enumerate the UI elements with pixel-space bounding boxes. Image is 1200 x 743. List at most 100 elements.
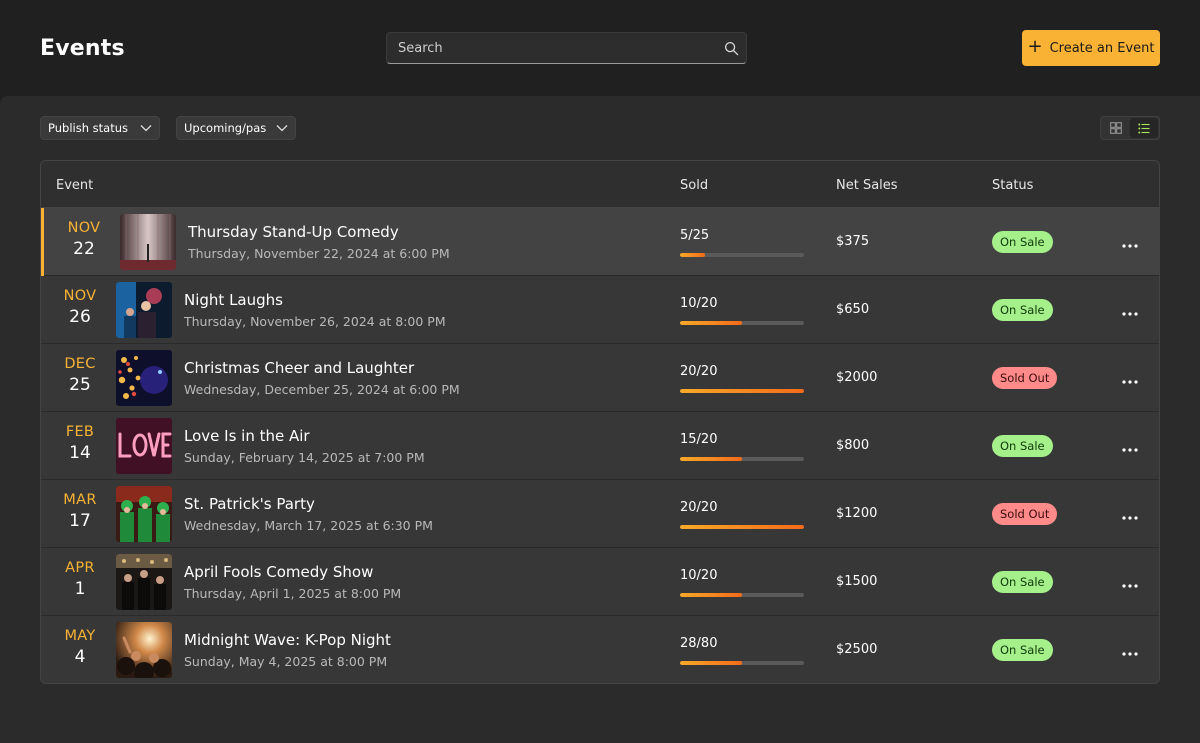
grid-icon <box>1110 119 1122 138</box>
sold-progress-fill <box>680 525 804 529</box>
event-day: 1 <box>74 579 86 599</box>
top-bar: Events + Create an Event <box>0 0 1200 96</box>
net-sales: $2000 <box>836 370 878 385</box>
event-date: NOV 22 <box>54 220 114 259</box>
table-row[interactable]: APR 1 April Fools Comedy Show Thursday, … <box>41 548 1159 616</box>
event-title: Midnight Wave: K-Pop Night <box>184 631 391 649</box>
column-header-net-sales: Net Sales <box>836 178 898 193</box>
more-horizontal-icon <box>1122 573 1138 592</box>
table-row[interactable]: FEB 14 Love Is in the Air Sunday, Februa… <box>41 412 1159 480</box>
event-title: Night Laughs <box>184 291 283 309</box>
sold-progress-bar <box>680 253 804 257</box>
event-thumbnail <box>116 554 172 610</box>
sold-progress-bar <box>680 321 804 325</box>
upcoming-past-filter[interactable]: Upcoming/pas <box>176 116 296 140</box>
status-badge: On Sale <box>992 571 1053 593</box>
sold-count: 5/25 <box>680 228 710 243</box>
sold-progress-bar <box>680 661 804 665</box>
status-badge: On Sale <box>992 435 1053 457</box>
sold-progress-fill <box>680 253 705 257</box>
event-date: DEC 25 <box>50 356 110 395</box>
sold-progress-fill <box>680 457 742 461</box>
sold-count: 15/20 <box>680 432 718 447</box>
net-sales: $800 <box>836 438 870 453</box>
sold-count: 10/20 <box>680 296 718 311</box>
event-month: FEB <box>65 424 95 440</box>
event-month: NOV <box>67 220 101 236</box>
more-horizontal-icon <box>1122 369 1138 388</box>
list-icon <box>1138 119 1150 138</box>
plus-icon: + <box>1027 36 1043 57</box>
event-thumbnail <box>120 214 176 270</box>
net-sales: $1500 <box>836 574 878 589</box>
more-options-button[interactable] <box>1113 502 1147 526</box>
event-title: Thursday Stand-Up Comedy <box>188 223 399 241</box>
net-sales: $2500 <box>836 642 878 657</box>
grid-view-button[interactable] <box>1102 118 1130 138</box>
column-header-status: Status <box>992 178 1034 193</box>
sold-progress-bar <box>680 525 804 529</box>
events-table: Event Sold Net Sales Status NOV 22 Thurs… <box>40 160 1160 684</box>
table-row[interactable]: MAY 4 Midnight Wave: K-Pop Night Sunday,… <box>41 616 1159 683</box>
view-toggle <box>1100 116 1160 140</box>
sold-progress-fill <box>680 389 804 393</box>
event-datetime: Thursday, November 26, 2024 at 8:00 PM <box>184 314 446 329</box>
net-sales: $375 <box>836 234 870 249</box>
sold-progress-fill <box>680 321 742 325</box>
table-row[interactable]: DEC 25 Christmas Cheer and Laughter Wedn… <box>41 344 1159 412</box>
event-date: MAY 4 <box>50 628 110 667</box>
event-thumbnail <box>116 486 172 542</box>
sold-progress-fill <box>680 661 742 665</box>
search-icon[interactable] <box>716 33 746 63</box>
sold-progress-bar <box>680 389 804 393</box>
event-day: 17 <box>69 511 91 531</box>
table-row[interactable]: NOV 22 Thursday Stand-Up Comedy Thursday… <box>41 208 1159 276</box>
more-horizontal-icon <box>1122 301 1138 320</box>
table-header: Event Sold Net Sales Status <box>41 161 1159 208</box>
event-day: 26 <box>69 307 91 327</box>
sold-progress-bar <box>680 593 804 597</box>
status-badge: Sold Out <box>992 503 1058 525</box>
event-date: FEB 14 <box>50 424 110 463</box>
event-thumbnail <box>116 350 172 406</box>
publish-status-filter[interactable]: Publish status <box>40 116 160 140</box>
event-datetime: Thursday, November 22, 2024 at 6:00 PM <box>188 246 450 261</box>
chevron-down-icon <box>140 121 152 135</box>
more-horizontal-icon <box>1122 437 1138 456</box>
event-day: 4 <box>74 647 86 667</box>
search-input[interactable] <box>387 40 716 56</box>
more-options-button[interactable] <box>1113 638 1147 662</box>
event-datetime: Sunday, May 4, 2025 at 8:00 PM <box>184 654 388 669</box>
main-content: Publish status Upcoming/pas Event Sold N… <box>0 96 1200 743</box>
table-row[interactable]: MAR 17 St. Patrick's Party Wednesday, Ma… <box>41 480 1159 548</box>
more-options-button[interactable] <box>1113 366 1147 390</box>
column-header-event: Event <box>56 178 94 193</box>
sold-count: 20/20 <box>680 364 718 379</box>
search-box[interactable] <box>386 32 747 64</box>
publish-status-label: Publish status <box>48 121 128 135</box>
upcoming-past-label: Upcoming/pas <box>184 121 267 135</box>
status-badge: On Sale <box>992 299 1053 321</box>
event-datetime: Thursday, April 1, 2025 at 8:00 PM <box>184 586 402 601</box>
event-title: Love Is in the Air <box>184 427 310 445</box>
sold-progress-bar <box>680 457 804 461</box>
more-horizontal-icon <box>1122 233 1138 252</box>
event-datetime: Sunday, February 14, 2025 at 7:00 PM <box>184 450 425 465</box>
chevron-down-icon <box>276 121 288 135</box>
sold-count: 28/80 <box>680 636 718 651</box>
more-options-button[interactable] <box>1113 570 1147 594</box>
event-title: Christmas Cheer and Laughter <box>184 359 415 377</box>
event-date: NOV 26 <box>50 288 110 327</box>
more-options-button[interactable] <box>1113 298 1147 322</box>
sold-progress-fill <box>680 593 742 597</box>
net-sales: $650 <box>836 302 870 317</box>
event-month: MAR <box>63 492 97 508</box>
list-view-button[interactable] <box>1130 118 1158 138</box>
table-row[interactable]: NOV 26 Night Laughs Thursday, November 2… <box>41 276 1159 344</box>
event-thumbnail <box>116 622 172 678</box>
more-options-button[interactable] <box>1113 230 1147 254</box>
event-month: NOV <box>63 288 97 304</box>
event-day: 14 <box>69 443 91 463</box>
create-event-button[interactable]: + Create an Event <box>1022 30 1160 66</box>
more-options-button[interactable] <box>1113 434 1147 458</box>
